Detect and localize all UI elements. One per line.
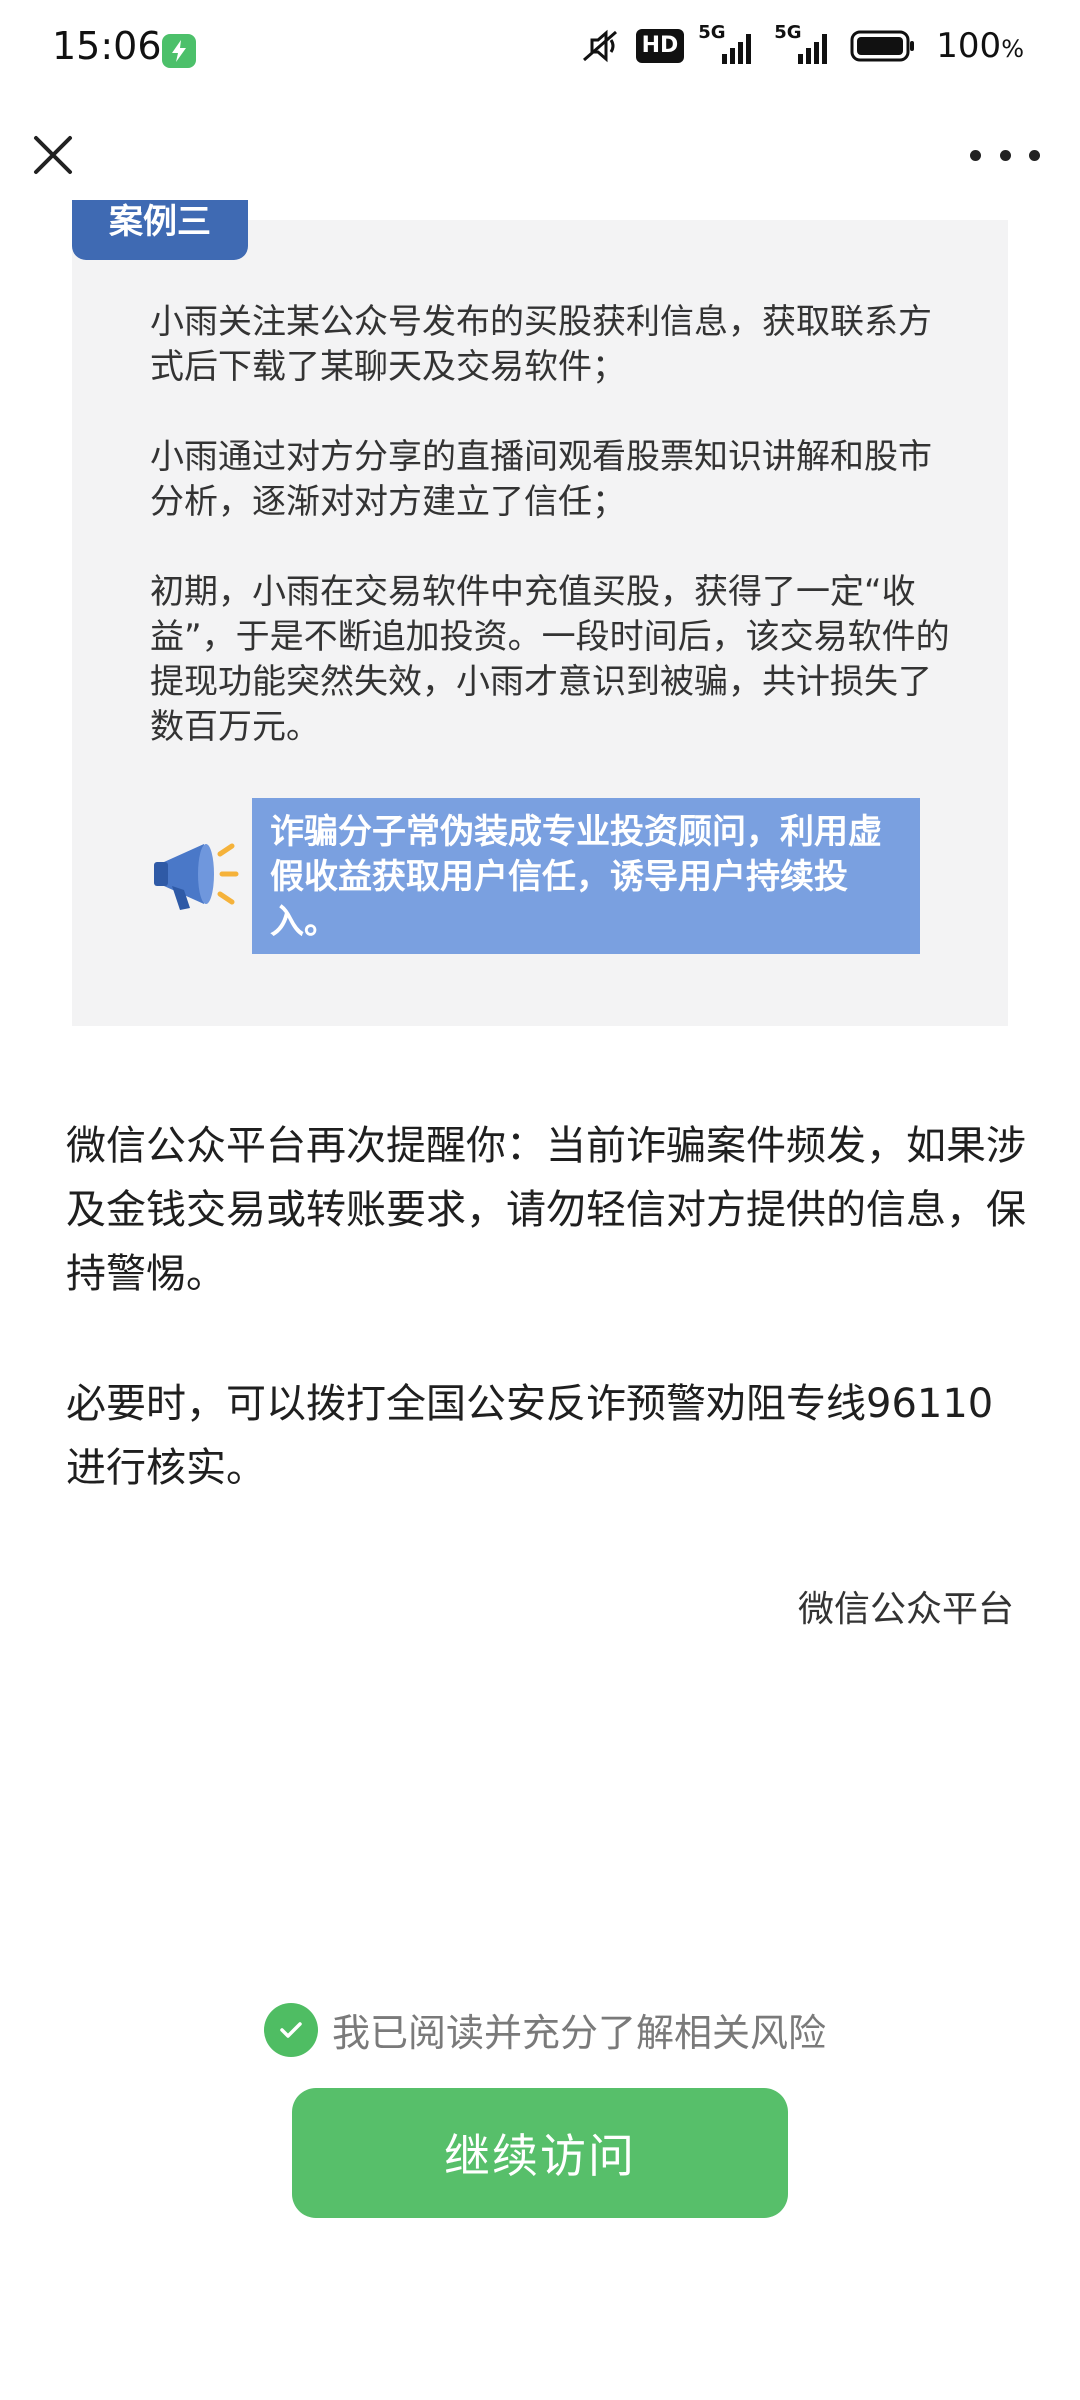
case-paragraph: 小雨关注某公众号发布的买股获利信息，获取联系方式后下载了某聊天及交易软件； [150, 302, 932, 387]
alert-row: 诈骗分子常伪装成专业投资顾问，利用虚假收益获取用户信任，诱导用户持续投入。 [142, 798, 938, 954]
consent-label: 我已阅读并充分了解相关风险 [332, 2011, 827, 2055]
battery-value: 100 [936, 26, 1002, 66]
checkmark-icon [264, 2002, 318, 2057]
risk-consent-checkbox[interactable]: 我已阅读并充分了解相关风险 [264, 2002, 826, 2057]
reminder-paragraph: 微信公众平台再次提醒你：当前诈骗案件频发，如果涉及金钱交易或转账要求，请勿轻信对… [66, 1123, 1026, 1297]
nav-bar [0, 110, 1080, 200]
signature: 微信公众平台 [797, 1589, 1014, 1630]
more-dots-icon [970, 149, 981, 161]
reminder-hotline: 必要时，可以拨打全国公安反诈预警劝阻专线96110进行核实。 [66, 1381, 994, 1491]
case-paragraphs: 小雨关注某公众号发布的买股获利信息，获取联系方式后下载了某聊天及交易软件； 小雨… [150, 300, 950, 795]
battery-unit: % [1001, 35, 1024, 63]
close-button[interactable] [26, 128, 80, 182]
close-icon [34, 136, 72, 174]
battery-icon [850, 30, 915, 62]
more-dots-icon [999, 149, 1011, 161]
more-dots-icon [1029, 149, 1040, 161]
case-paragraph: 小雨通过对方分享的直播间观看股票知识讲解和股市分析，逐渐对对方建立了信任； [150, 437, 932, 522]
battery-percent: 100% [936, 26, 1024, 66]
status-icons: HD 5G 5G 100% [578, 22, 1024, 66]
status-time: 15:06 [52, 24, 162, 68]
continue-button[interactable]: 继续访问 [292, 2088, 788, 2218]
status-bar: 15:06 HD 5G 5G 100% [0, 0, 1080, 100]
mute-icon [582, 29, 617, 63]
case-card: 案例三 小雨关注某公众号发布的买股获利信息，获取联系方式后下载了某聊天及交易软件… [72, 200, 1008, 1026]
megaphone-icon [154, 843, 239, 910]
alert-box: 诈骗分子常伪装成专业投资顾问，利用虚假收益获取用户信任，诱导用户持续投入。 [252, 798, 920, 954]
case-paragraph: 初期，小雨在交易软件中充值买股，获得了一定“收益”，于是不断追加投资。一段时间后… [150, 572, 950, 747]
battery-saver-icon [162, 34, 196, 68]
case-tag: 案例三 [72, 200, 248, 260]
signal-5g-icon: 5G [774, 22, 836, 66]
signal-5g-icon: 5G [698, 22, 760, 66]
hd-icon: HD [635, 29, 685, 63]
more-button[interactable] [970, 128, 1040, 182]
